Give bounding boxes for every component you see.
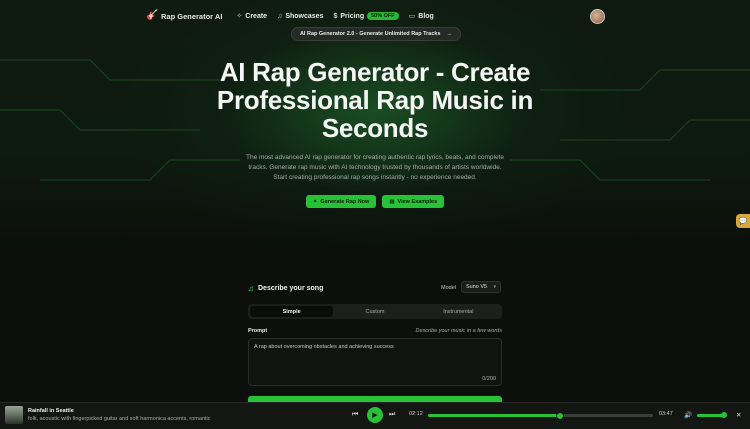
progress-slider[interactable] — [428, 412, 653, 420]
track-title[interactable]: Rainfall in Seattle — [28, 408, 74, 414]
track-description: folk, acoustic with fingerpicked guitar … — [28, 416, 211, 422]
dollar-icon: $ — [333, 12, 338, 20]
tab-simple[interactable]: Simple — [250, 306, 334, 317]
previous-track-icon[interactable]: ⏮ — [352, 411, 358, 419]
composer-header: ♫ Describe your song Model Suno V5 ▾ — [248, 281, 502, 294]
prompt-hint: Describe your music in a few words — [415, 328, 502, 334]
prompt-value: A rap about overcoming obstacles and ach… — [254, 344, 394, 350]
top-nav: 🎸 Rap Generator AI ✧ Create ♫ Showcases … — [146, 8, 444, 24]
progress-fill — [428, 414, 559, 417]
tab-instrumental[interactable]: Instrumental — [417, 306, 500, 317]
volume-fill — [697, 414, 724, 417]
prompt-label: Prompt — [248, 328, 268, 334]
volume-slider[interactable] — [697, 412, 727, 418]
play-icon: ▶ — [372, 412, 378, 419]
mode-tabs: Simple Custom Instrumental — [248, 304, 502, 319]
composer-heading: Describe your song — [258, 284, 324, 292]
nav-item-showcases[interactable]: ♫ Showcases — [277, 13, 323, 20]
hero-buttons: ✦ Generate Rap Now ▦ View Examples — [0, 195, 750, 208]
button-label: View Examples — [397, 198, 438, 205]
audio-player: Rainfall in Seattle folk, acoustic with … — [0, 402, 750, 429]
track-artwork — [5, 406, 23, 424]
nav-item-label: Create — [245, 12, 268, 20]
generate-rap-button[interactable]: ✦ Generate Rap Now — [305, 195, 377, 208]
play-button[interactable]: ▶ — [367, 407, 383, 423]
music-note-icon: ♫ — [248, 283, 254, 293]
announcement-pill[interactable]: AI Rap Generator 2.0 - Generate Unlimite… — [291, 27, 461, 41]
book-icon: ▭ — [408, 13, 416, 20]
model-label: Model — [441, 285, 456, 291]
current-time: 02:12 — [409, 411, 423, 417]
next-track-icon[interactable]: ⏭ — [389, 411, 395, 419]
button-label: Generate Rap Now — [320, 198, 370, 205]
guitar-logo-icon[interactable]: 🎸 — [146, 11, 158, 21]
view-examples-button[interactable]: ▦ View Examples — [382, 195, 445, 208]
volume-icon[interactable]: 🔊 — [684, 411, 692, 419]
nav-item-label: Showcases — [285, 12, 324, 20]
grid-icon: ▦ — [389, 198, 395, 205]
announcement-text: AI Rap Generator 2.0 - Generate Unlimite… — [299, 31, 441, 37]
brand-name[interactable]: Rap Generator AI — [161, 12, 222, 21]
model-select[interactable]: Suno V5 ▾ — [461, 281, 501, 293]
hero-title: AI Rap Generator - Create Professional R… — [216, 57, 534, 143]
progress-handle[interactable] — [555, 412, 564, 420]
chevron-down-icon: ▾ — [493, 284, 496, 290]
music-note-icon: ♫ — [277, 12, 283, 20]
character-count: 0/200 — [482, 376, 496, 382]
tab-custom[interactable]: Custom — [333, 306, 416, 317]
volume-handle[interactable] — [721, 412, 727, 418]
prompt-textarea[interactable]: A rap about overcoming obstacles and ach… — [248, 338, 502, 386]
sparkle-icon: ✦ — [312, 198, 318, 205]
nav-item-pricing[interactable]: $ Pricing 50% OFF — [333, 12, 399, 20]
user-avatar[interactable] — [590, 9, 605, 24]
track-duration: 03:47 — [659, 411, 673, 417]
sale-badge: 50% OFF — [367, 12, 399, 20]
model-value: Suno V5 — [466, 284, 488, 290]
arrow-right-icon: → — [446, 31, 453, 37]
hero-subtitle: The most advanced AI rap generator for c… — [246, 154, 504, 181]
nav-item-label: Blog — [418, 12, 434, 20]
nav-item-label: Pricing — [340, 12, 365, 20]
nav-item-blog[interactable]: ▭ Blog — [408, 12, 434, 21]
chat-widget-icon[interactable]: 💬 — [736, 214, 750, 228]
magic-wand-icon: ✧ — [236, 13, 243, 20]
close-icon[interactable]: ✕ — [736, 411, 741, 419]
nav-item-create[interactable]: ✧ Create — [236, 12, 268, 21]
